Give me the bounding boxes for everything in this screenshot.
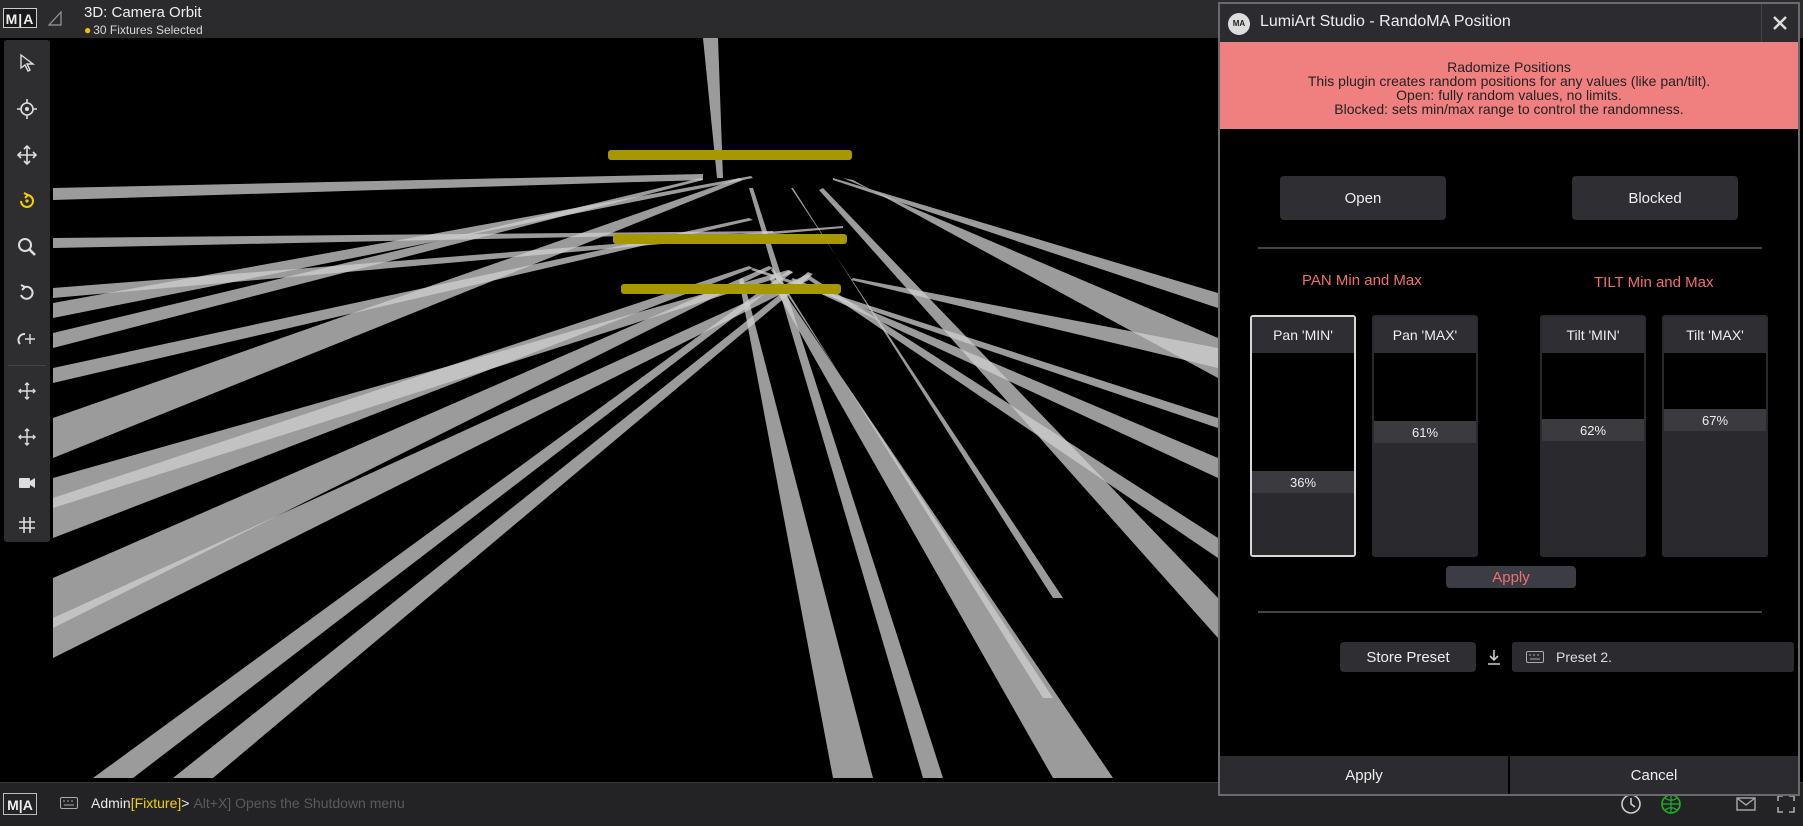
banner-line: Blocked: sets min/max range to control t… bbox=[1334, 101, 1684, 117]
dialog-title-bar: MA LumiArt Studio - RandoMA Position bbox=[1220, 4, 1798, 42]
keyboard-icon[interactable] bbox=[1526, 651, 1544, 663]
grid-tool-button[interactable] bbox=[4, 502, 50, 548]
ma-logo-cmd[interactable]: M|A bbox=[3, 793, 37, 815]
view-title: 3D: Camera Orbit bbox=[84, 4, 202, 21]
fader-label: Tilt 'MAX' bbox=[1664, 317, 1766, 353]
fader-value[interactable]: 67% bbox=[1664, 409, 1766, 431]
ma-logo[interactable]: M|A bbox=[3, 8, 37, 28]
move-icon bbox=[16, 144, 38, 166]
divider bbox=[1258, 611, 1762, 613]
cmd-prompt: > bbox=[181, 795, 190, 811]
camera-tool-button[interactable] bbox=[4, 460, 50, 506]
move-alt-icon bbox=[18, 428, 36, 446]
blocked-mode-button[interactable]: Blocked bbox=[1572, 176, 1738, 220]
banner-line: Open: fully random values, no limits. bbox=[1396, 87, 1622, 103]
beam-render bbox=[53, 38, 1218, 778]
fader-track[interactable]: 61% bbox=[1374, 353, 1476, 555]
fullscreen-icon[interactable] bbox=[1775, 793, 1797, 815]
dialog-title: LumiArt Studio - RandoMA Position bbox=[1260, 13, 1511, 30]
fader-value[interactable]: 36% bbox=[1252, 471, 1354, 493]
cancel-button[interactable]: Cancel bbox=[1510, 756, 1798, 794]
cmd-object: [Fixture] bbox=[130, 795, 182, 811]
apply-range-button[interactable]: Apply bbox=[1446, 566, 1576, 588]
target-tool-button[interactable] bbox=[4, 86, 50, 132]
plugin-dialog: MA LumiArt Studio - RandoMA Position Rad… bbox=[1218, 2, 1800, 796]
pointer-tool-button[interactable] bbox=[4, 40, 50, 86]
selection-status: ● 30 Fixtures Selected bbox=[84, 23, 203, 37]
fader-label: Pan 'MIN' bbox=[1252, 317, 1354, 353]
view-toolbar bbox=[4, 40, 50, 542]
network-icon[interactable] bbox=[1660, 793, 1682, 815]
tilt-section-label: TILT Min and Max bbox=[1594, 274, 1714, 291]
banner-heading: Radomize Positions bbox=[1447, 59, 1571, 75]
command-input[interactable]: Admin[Fixture]> Alt+X] Opens the Shutdown… bbox=[91, 795, 405, 811]
preset-name-input[interactable]: Preset 2. bbox=[1512, 642, 1794, 672]
cmd-user: Admin bbox=[91, 795, 131, 811]
info-banner: Radomize Positions This plugin creates r… bbox=[1220, 42, 1798, 129]
target-icon bbox=[17, 99, 37, 119]
divider bbox=[1258, 247, 1762, 249]
pointer-icon bbox=[20, 53, 36, 72]
fader-value[interactable]: 62% bbox=[1542, 419, 1644, 441]
fader-track[interactable]: 36% bbox=[1252, 353, 1354, 555]
preset-name-value: Preset 2. bbox=[1556, 649, 1613, 665]
grid-icon bbox=[19, 517, 35, 533]
toolbar-divider bbox=[8, 365, 46, 366]
zoom-icon bbox=[18, 238, 36, 256]
selection-count: 30 Fixtures Selected bbox=[93, 23, 203, 37]
fader-fill bbox=[1374, 432, 1476, 555]
cmd-hint: Alt+X] Opens the Shutdown menu bbox=[193, 795, 405, 811]
clock-icon[interactable] bbox=[1620, 793, 1642, 815]
bulb-icon: ● bbox=[84, 23, 92, 37]
move-tool-button[interactable] bbox=[4, 132, 50, 178]
rotate-move-tool-button[interactable] bbox=[4, 316, 50, 362]
fader-track[interactable]: 67% bbox=[1664, 353, 1766, 555]
fader-label: Tilt 'MIN' bbox=[1542, 317, 1644, 353]
fader-value[interactable]: 61% bbox=[1374, 421, 1476, 443]
keyboard-icon[interactable] bbox=[60, 797, 78, 809]
move-alt-tool-button[interactable] bbox=[4, 414, 50, 460]
3d-viewport[interactable] bbox=[53, 38, 1218, 778]
fader-label: Pan 'MAX' bbox=[1374, 317, 1476, 353]
fader-fill bbox=[1664, 420, 1766, 555]
store-preset-button[interactable]: Store Preset bbox=[1340, 642, 1476, 672]
open-mode-button[interactable]: Open bbox=[1280, 176, 1446, 220]
download-icon[interactable] bbox=[1486, 648, 1502, 666]
3d-view-icon bbox=[47, 10, 62, 26]
pan-section-label: PAN Min and Max bbox=[1302, 272, 1422, 289]
rotate-tool-button[interactable] bbox=[4, 270, 50, 316]
pan-max-fader[interactable]: Pan 'MAX' 61% bbox=[1372, 315, 1478, 557]
camera-icon bbox=[19, 478, 35, 488]
pan-tool-button[interactable] bbox=[4, 368, 50, 414]
apply-button[interactable]: Apply bbox=[1220, 756, 1508, 794]
tilt-min-fader[interactable]: Tilt 'MIN' 62% bbox=[1540, 315, 1646, 557]
rotate-move-icon bbox=[17, 333, 35, 345]
tilt-max-fader[interactable]: Tilt 'MAX' 67% bbox=[1662, 315, 1768, 557]
banner-line: This plugin creates random positions for… bbox=[1307, 73, 1711, 89]
zoom-tool-button[interactable] bbox=[4, 224, 50, 270]
plugin-logo: MA bbox=[1228, 13, 1250, 35]
dialog-footer: Apply Cancel bbox=[1220, 756, 1798, 794]
pan-icon bbox=[18, 382, 36, 400]
pan-min-fader[interactable]: Pan 'MIN' 36% bbox=[1250, 315, 1356, 557]
fader-fill bbox=[1542, 430, 1644, 555]
fader-track[interactable]: 62% bbox=[1542, 353, 1644, 555]
close-icon bbox=[1773, 16, 1787, 30]
close-button[interactable] bbox=[1761, 4, 1798, 42]
orbit-icon bbox=[20, 192, 34, 208]
rotate-icon bbox=[20, 284, 34, 300]
mail-icon[interactable] bbox=[1735, 793, 1757, 815]
orbit-tool-button[interactable] bbox=[4, 178, 50, 224]
